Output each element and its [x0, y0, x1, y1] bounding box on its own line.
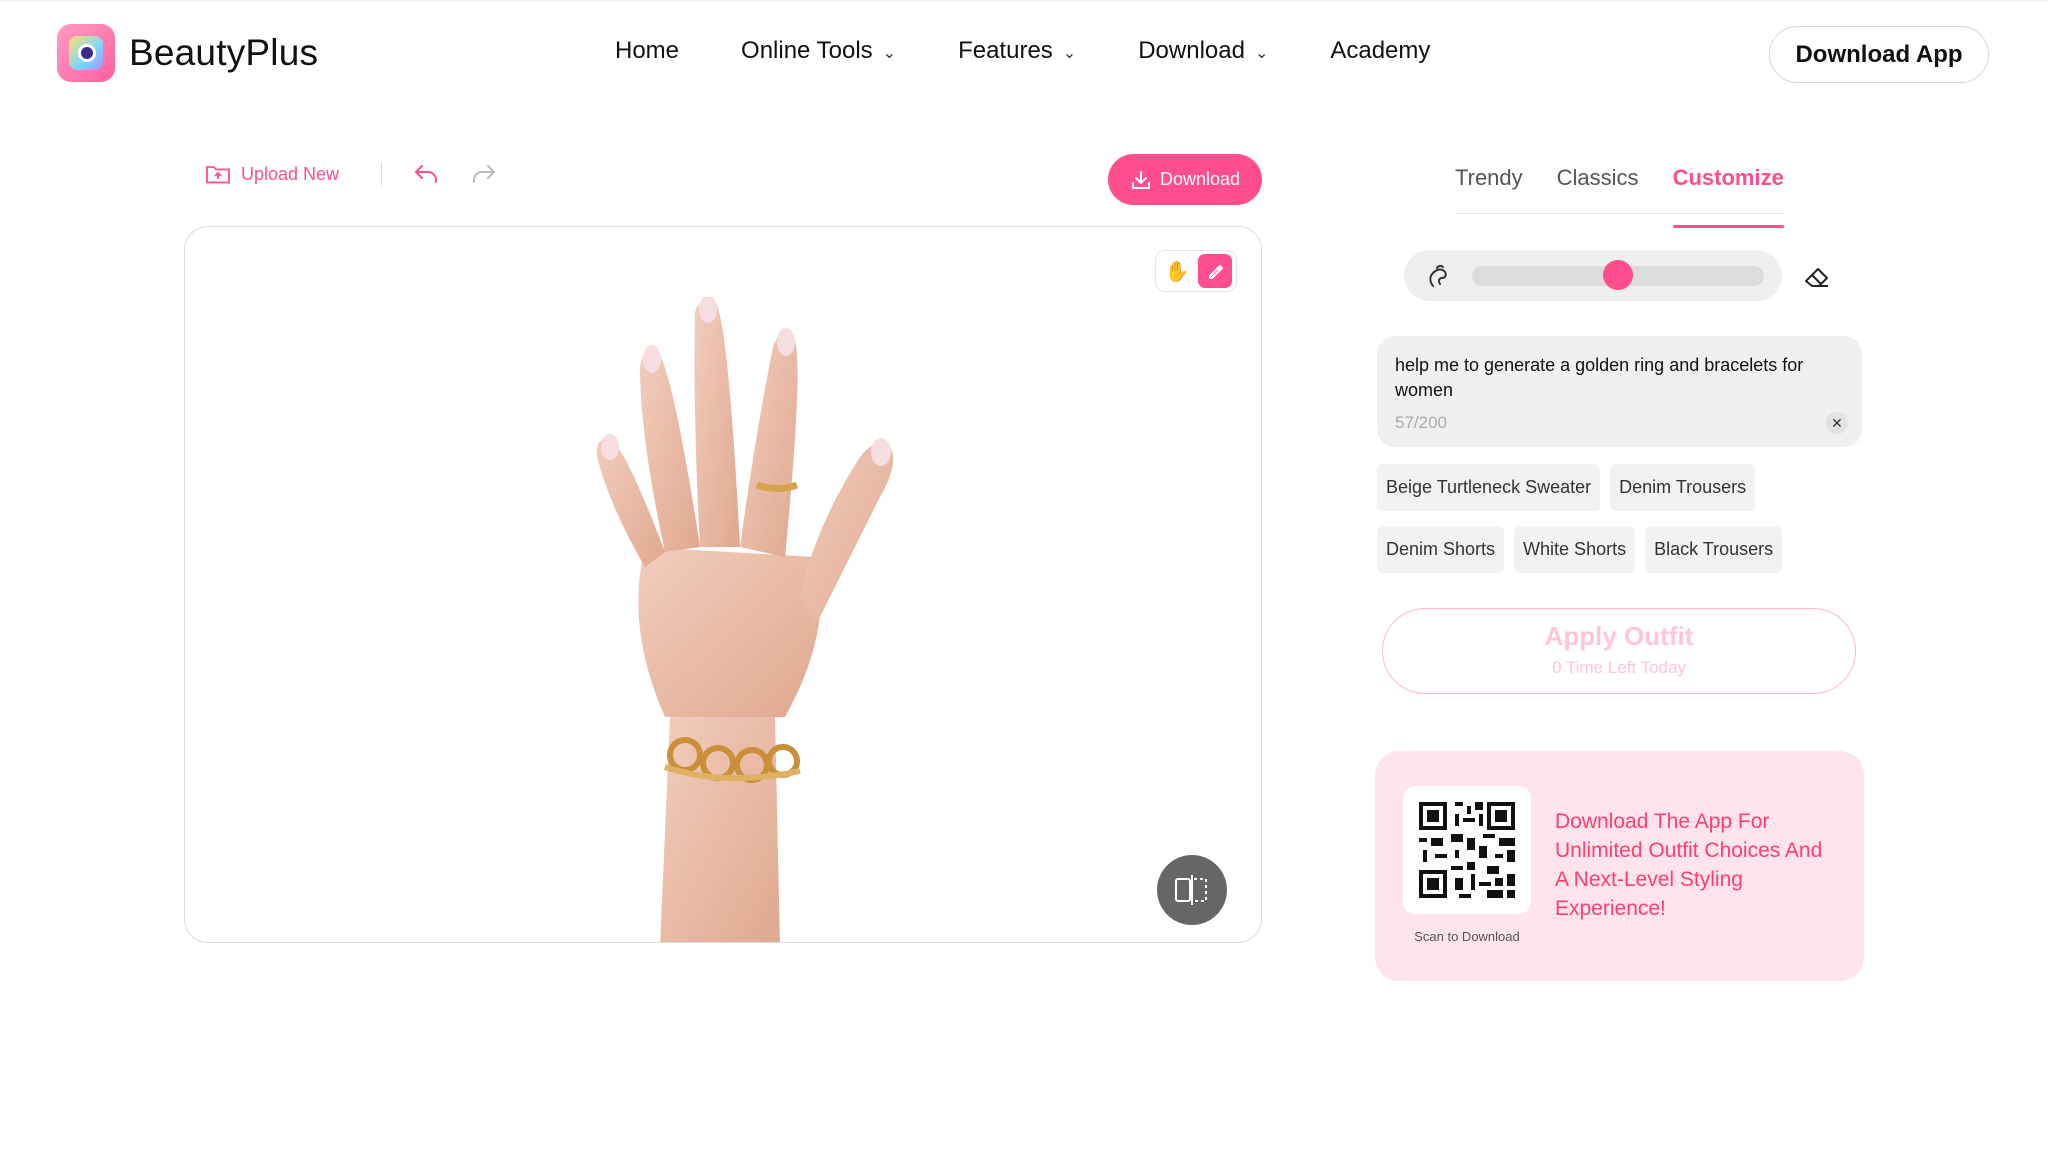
suggestion-chip[interactable]: White Shorts — [1514, 526, 1636, 573]
compare-icon — [1175, 875, 1207, 905]
clear-prompt-icon[interactable]: ✕ — [1826, 412, 1848, 434]
prompt-char-count: 57/200 — [1395, 413, 1447, 432]
nav-download[interactable]: Download ⌄ — [1138, 37, 1268, 65]
style-tabs: Trendy Classics Customize — [1455, 165, 1785, 228]
upload-new-button[interactable]: Upload New — [205, 163, 339, 185]
main-nav: Home Online Tools ⌄ Features ⌄ Download ⌄ A… — [615, 37, 1492, 65]
nav-label: Academy — [1330, 37, 1431, 64]
apply-remaining-label: 0 Time Left Today — [1552, 658, 1686, 677]
brand-logo[interactable]: BeautyPlus — [57, 24, 318, 82]
brush-size-control — [1404, 250, 1782, 301]
site-header: BeautyPlus Home Online Tools ⌄ Features ⌄ … — [0, 0, 2048, 108]
qr-caption: Scan to Download — [1414, 929, 1520, 944]
nav-online-tools[interactable]: Online Tools ⌄ — [741, 37, 896, 65]
chevron-down-icon: ⌄ — [882, 45, 897, 62]
download-button[interactable]: Download — [1108, 154, 1262, 205]
download-icon — [1131, 170, 1150, 189]
download-app-button[interactable]: Download App — [1769, 26, 1989, 83]
nav-label: Features — [958, 37, 1053, 64]
toolbar-divider — [381, 162, 383, 186]
suggestion-chip[interactable]: Denim Shorts — [1377, 526, 1505, 573]
app-promo-card: Scan to Download Download The App For Un… — [1375, 751, 1864, 981]
tab-trendy[interactable]: Trendy — [1455, 165, 1523, 213]
brush-tool-icon[interactable] — [1198, 254, 1232, 288]
nav-label: Online Tools — [741, 37, 873, 64]
nav-academy[interactable]: Academy — [1330, 37, 1430, 65]
tab-customize[interactable]: Customize — [1672, 165, 1785, 228]
chevron-down-icon: ⌄ — [1062, 45, 1077, 62]
suggestion-chip[interactable]: Denim Trousers — [1610, 464, 1756, 511]
chevron-down-icon: ⌄ — [1254, 45, 1269, 62]
brush-size-icon — [1424, 262, 1452, 290]
nav-features[interactable]: Features ⌄ — [958, 37, 1076, 65]
upload-new-label: Upload New — [241, 163, 340, 184]
editor-toolbar: Upload New — [205, 160, 528, 188]
hand-pan-icon[interactable]: ✋ — [1160, 254, 1194, 288]
nav-label: Home — [615, 37, 680, 64]
image-canvas[interactable]: ✋ — [184, 226, 1262, 943]
download-label: Download — [1159, 169, 1241, 189]
promo-text: Download The App For Unlimited Outfit Ch… — [1555, 810, 1823, 920]
compare-button[interactable] — [1157, 855, 1227, 925]
apply-outfit-button[interactable]: Apply Outfit 0 Time Left Today — [1382, 608, 1856, 694]
slider-thumb[interactable] — [1603, 260, 1633, 290]
brush-size-slider[interactable] — [1472, 260, 1764, 290]
qr-code — [1403, 786, 1531, 914]
tab-classics[interactable]: Classics — [1557, 165, 1639, 213]
undo-icon[interactable] — [412, 160, 440, 188]
prompt-text[interactable]: help me to generate a golden ring and br… — [1395, 353, 1844, 403]
nav-home[interactable]: Home — [615, 37, 679, 65]
tool-toggle: ✋ — [1155, 250, 1237, 292]
suggestion-chip[interactable]: Black Trousers — [1645, 526, 1783, 573]
redo-icon[interactable] — [470, 160, 498, 188]
folder-upload-icon — [205, 163, 231, 185]
prompt-box[interactable]: help me to generate a golden ring and br… — [1377, 336, 1862, 447]
eraser-icon[interactable] — [1802, 262, 1832, 292]
suggestion-chips: Beige Turtleneck Sweater Denim Trousers … — [1377, 464, 1862, 573]
beautyplus-logo-icon — [57, 24, 115, 82]
brand-name: BeautyPlus — [129, 32, 319, 73]
nav-label: Download — [1138, 37, 1245, 64]
hand-photo — [596, 297, 894, 942]
suggestion-chip[interactable]: Beige Turtleneck Sweater — [1377, 464, 1601, 511]
apply-outfit-label: Apply Outfit — [1544, 621, 1694, 651]
